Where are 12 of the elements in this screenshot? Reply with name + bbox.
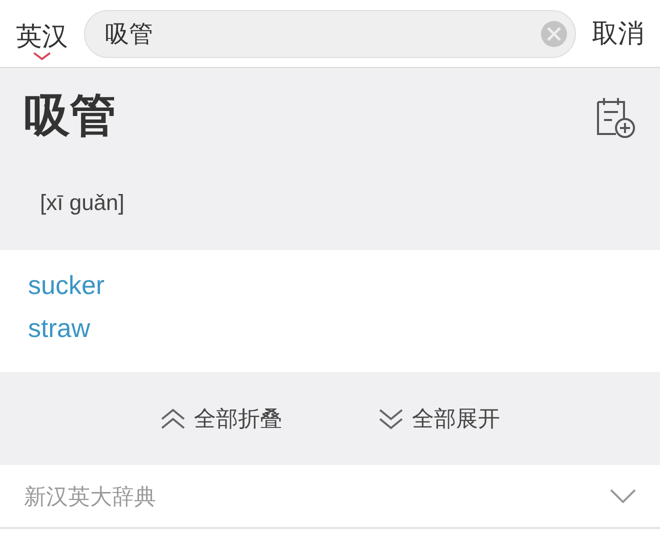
add-to-wordbook-icon[interactable] <box>596 96 636 138</box>
search-field[interactable]: 吸管 <box>84 10 576 58</box>
double-chevron-down-icon <box>378 408 404 430</box>
caret-down-icon[interactable] <box>33 52 51 60</box>
pinyin: [xī guǎn] <box>40 189 124 217</box>
language-selector[interactable]: 英汉 <box>16 20 68 52</box>
collapse-all-button[interactable]: 全部折叠 <box>160 402 282 435</box>
double-chevron-up-icon <box>160 408 186 430</box>
cancel-button[interactable]: 取消 <box>592 14 644 53</box>
headword: 吸管 <box>24 92 116 138</box>
chevron-down-icon[interactable] <box>610 489 636 503</box>
expand-all-button[interactable]: 全部展开 <box>378 402 500 435</box>
